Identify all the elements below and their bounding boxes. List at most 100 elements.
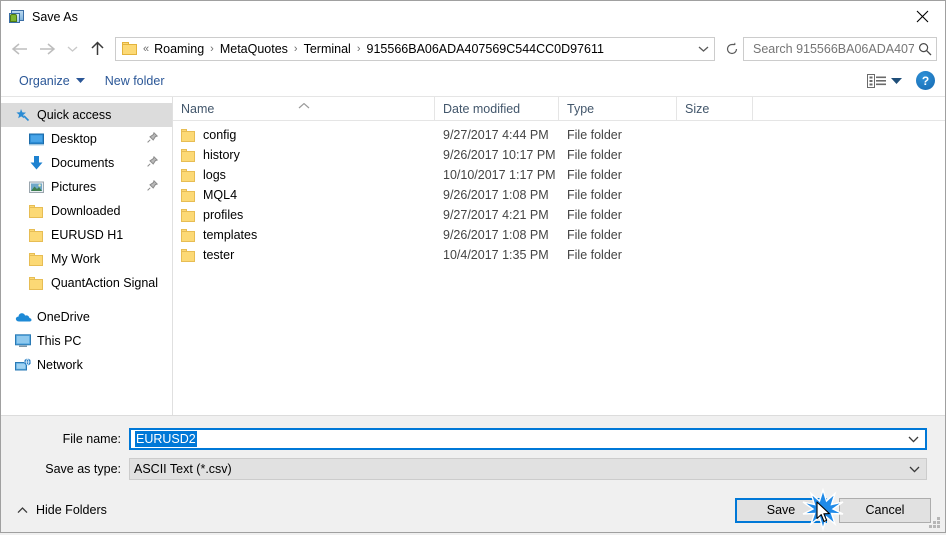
sidebar-item-eurusd-h1[interactable]: EURUSD H1 [1,223,172,247]
pin-icon[interactable] [147,179,159,194]
file-name-row: File name: EURUSD2 [19,428,927,450]
breadcrumb-chevron-down-icon[interactable] [694,38,712,60]
breadcrumb[interactable]: « Roaming › MetaQuotes › Terminal › 9155… [115,36,715,61]
file-name-cell: templates [173,228,435,242]
search-icon[interactable] [916,42,934,56]
column-headers: Name Date modified Type Size [173,97,945,121]
sidebar-item-label: EURUSD H1 [51,228,124,242]
pin-icon[interactable] [147,131,159,146]
back-icon[interactable] [5,36,33,62]
file-name-label: profiles [203,208,244,222]
view-controls: ? [867,71,935,90]
sidebar-item-downloaded[interactable]: Downloaded [1,199,172,223]
breadcrumb-item-terminal[interactable]: Terminal [302,42,353,56]
sidebar-item-label: Downloaded [51,204,121,218]
search-input[interactable] [751,40,916,57]
close-icon[interactable] [899,1,945,32]
folder-icon [29,228,47,242]
folder-icon [29,276,47,290]
recent-locations-chevron-down-icon[interactable] [61,36,83,62]
save-as-dialog: Save As « Roaming › MetaQuotes › Termina… [0,0,946,533]
table-row[interactable]: MQL4 9/26/2017 1:08 PM File folder [173,185,945,205]
file-date-cell: 10/10/2017 1:17 PM [443,168,556,182]
sort-ascending-icon [298,98,309,112]
file-date-cell: 9/27/2017 4:44 PM [443,128,549,142]
column-header-size[interactable]: Size [677,97,753,120]
up-icon[interactable] [83,36,111,62]
file-name-cell: history [173,148,435,162]
breadcrumb-item-metaquotes[interactable]: MetaQuotes [218,42,290,56]
breadcrumb-separator[interactable]: › [353,43,365,55]
file-list-pane: Name Date modified Type Size config 9/27… [173,97,945,415]
forward-icon[interactable] [33,36,61,62]
cancel-button[interactable]: Cancel [839,497,931,523]
network-icon [15,358,33,372]
file-name-cell: logs [173,168,435,182]
folder-icon [29,252,47,266]
navigation-bar: « Roaming › MetaQuotes › Terminal › 9155… [1,32,945,65]
help-button[interactable]: ? [916,71,935,90]
file-name-label: history [203,148,240,162]
refresh-icon[interactable] [721,37,743,61]
breadcrumb-item-terminal-id[interactable]: 915566BA06ADA407569C544CC0D97611 [365,42,606,56]
folder-icon [181,188,196,202]
table-row[interactable]: history 9/26/2017 10:17 PM File folder [173,145,945,165]
breadcrumb-separator[interactable]: › [206,43,218,55]
table-row[interactable]: tester 10/4/2017 1:35 PM File folder [173,245,945,265]
breadcrumb-item-roaming[interactable]: Roaming [152,42,206,56]
file-date-cell: 9/26/2017 1:08 PM [443,188,549,202]
sidebar-item-label: Network [37,358,83,372]
file-date-cell: 9/27/2017 4:21 PM [443,208,549,222]
column-header-name[interactable]: Name [173,97,435,120]
sidebar-item-onedrive[interactable]: OneDrive [1,305,172,329]
table-row[interactable]: templates 9/26/2017 1:08 PM File folder [173,225,945,245]
breadcrumb-separator[interactable]: › [290,43,302,55]
sidebar-item-desktop[interactable]: Desktop [1,127,172,151]
table-row[interactable]: profiles 9/27/2017 4:21 PM File folder [173,205,945,225]
breadcrumb-overflow[interactable]: « [142,43,152,55]
folder-icon [181,128,196,142]
sidebar-item-my-work[interactable]: My Work [1,247,172,271]
organize-label: Organize [19,73,70,88]
save-as-type-row: Save as type: ASCII Text (*.csv) [19,458,927,480]
search-box[interactable] [743,36,937,61]
onedrive-cloud-icon [15,311,33,323]
sidebar-item-network[interactable]: Network [1,353,172,377]
save-as-type-select[interactable]: ASCII Text (*.csv) [129,458,927,480]
sidebar-item-this-pc[interactable]: This PC [1,329,172,353]
folder-icon [181,168,196,182]
new-folder-button[interactable]: New folder [95,69,175,93]
hide-folders-button[interactable]: Hide Folders [11,503,107,517]
breadcrumb-items: « Roaming › MetaQuotes › Terminal › 9155… [142,42,694,56]
file-name-input[interactable]: EURUSD2 [129,428,927,450]
file-type-cell: File folder [567,248,622,262]
documents-icon [29,156,47,170]
pin-icon[interactable] [147,155,159,170]
dialog-body: Quick access Desktop Documents Pictures … [1,97,945,416]
chevron-up-icon [17,503,28,517]
table-row[interactable]: logs 10/10/2017 1:17 PM File folder [173,165,945,185]
save-button[interactable]: Save [735,497,827,523]
column-header-label: Date modified [443,101,521,116]
chevron-down-icon[interactable] [901,430,925,448]
column-header-type[interactable]: Type [559,97,677,120]
column-header-label: Name [181,101,215,116]
sidebar-item-quantaction-signal[interactable]: QuantAction Signal [1,271,172,295]
column-header-date-modified[interactable]: Date modified [435,97,559,120]
sidebar-item-quick-access[interactable]: Quick access [1,103,172,127]
file-name-cell: profiles [173,208,435,222]
resize-grip[interactable] [929,517,941,529]
metatrader-app-icon [9,9,25,25]
this-pc-icon [15,334,33,348]
command-toolbar: Organize New folder ? [1,65,945,97]
change-view-icon[interactable] [867,73,887,89]
file-date-cell: 9/26/2017 1:08 PM [443,228,549,242]
sidebar-item-pictures[interactable]: Pictures [1,175,172,199]
view-chevron-down-icon[interactable] [891,74,902,88]
file-date-cell: 10/4/2017 1:35 PM [443,248,549,262]
table-row[interactable]: config 9/27/2017 4:44 PM File folder [173,125,945,145]
sidebar-item-label: Documents [51,156,115,170]
sidebar-item-documents[interactable]: Documents [1,151,172,175]
organize-button[interactable]: Organize [15,69,95,93]
chevron-down-icon[interactable] [902,459,926,479]
